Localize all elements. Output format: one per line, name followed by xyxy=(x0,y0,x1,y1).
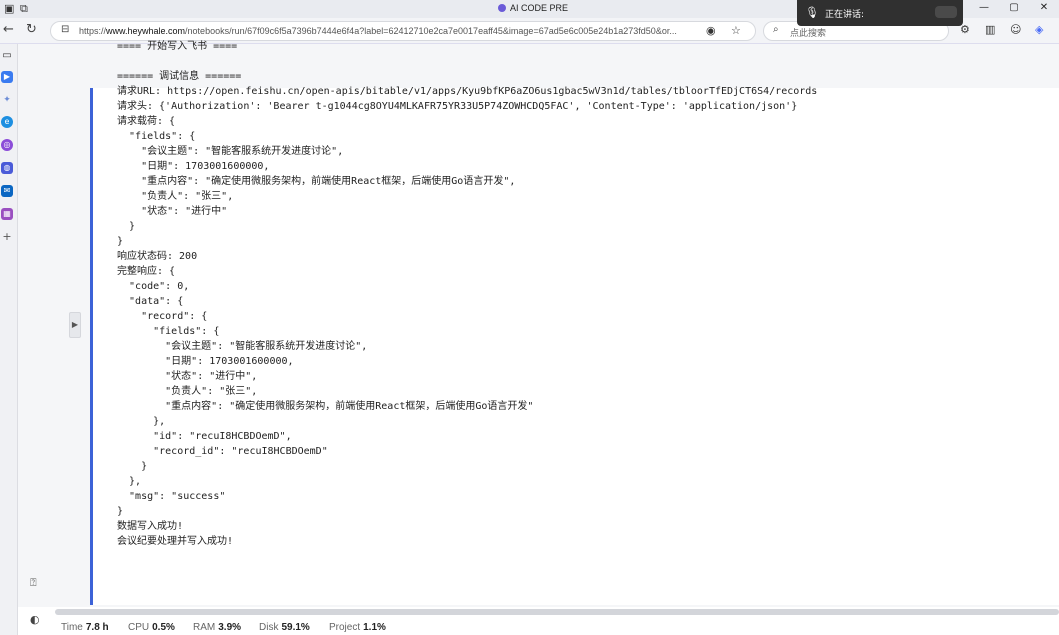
copilot-icon[interactable]: ◈ xyxy=(1035,23,1043,36)
output-line: "重点内容": "确定使用微服务架构，前端使用React框架，后端使用Go语言开… xyxy=(117,176,516,187)
sync-icon[interactable]: ◉ xyxy=(706,24,716,37)
output-line: 数据写入成功! xyxy=(117,521,184,532)
output-line: 请求载荷: { xyxy=(117,116,176,127)
output-line: } xyxy=(117,236,124,247)
output-line: 请求头: {'Authorization': 'Bearer t-g1044cg… xyxy=(117,101,798,112)
output-line: 请求URL: https://open.feishu.cn/open-apis/… xyxy=(117,86,818,97)
url-prefix: https:// xyxy=(79,26,107,36)
output-line: } xyxy=(117,506,124,517)
output-line: "record_id": "recuI8HCBDOemD" xyxy=(117,446,328,457)
status-value: 0.5% xyxy=(152,622,175,633)
sidebar-app-icon[interactable]: ▶ xyxy=(1,71,13,83)
output-line: "data": { xyxy=(117,296,184,307)
status-item: Project 1.1% xyxy=(329,622,386,633)
browser-sidebar: ▭ ▶ ✦ e ◎ ◍ ✉ ▦ + xyxy=(0,44,18,635)
output-line: "重点内容": "确定使用微服务架构，前端使用React框架，后端使用Go语言开… xyxy=(117,401,534,412)
microphone-icon: 🎙 xyxy=(805,6,819,19)
back-icon[interactable]: ← xyxy=(3,22,14,37)
output-line: 完整响应: { xyxy=(117,266,176,277)
help-icon[interactable]: ⍰ xyxy=(30,576,37,590)
search-placeholder: 点此搜索 xyxy=(790,29,827,39)
theme-toggle-icon[interactable]: ◐ xyxy=(30,613,40,626)
output-line: "msg": "success" xyxy=(117,491,226,502)
status-item: Time 7.8 h xyxy=(61,622,109,633)
status-label: CPU xyxy=(128,622,150,633)
output-line: "负责人": "张三", xyxy=(117,191,234,202)
sidebar-outlook-icon[interactable]: ✉ xyxy=(1,185,13,197)
sidebar-bird-icon[interactable]: ✦ xyxy=(1,94,13,106)
output-line: "code": 0, xyxy=(117,281,190,292)
favorite-star-icon[interactable]: ☆ xyxy=(731,24,741,37)
output-line: 响应状态码: 200 xyxy=(117,251,198,262)
window-controls: — ▢ ✕ xyxy=(969,0,1059,18)
status-item: CPU 0.5% xyxy=(128,622,175,633)
status-item: RAM 3.9% xyxy=(193,622,241,633)
output-line: "日期": 1703001600000, xyxy=(117,356,294,367)
address-bar[interactable]: ⊟ https://www.heywhale.com/notebooks/run… xyxy=(50,21,756,41)
site-info-icon[interactable]: ⊟ xyxy=(61,24,69,35)
collapse-output-button[interactable]: ▶ xyxy=(69,312,81,338)
status-value: 1.1% xyxy=(363,622,386,633)
status-label: RAM xyxy=(193,622,216,633)
tab-favicon-icon xyxy=(498,4,506,12)
sidebar-games-icon[interactable]: ▦ xyxy=(1,208,13,220)
url-text: https://www.heywhale.com/notebooks/run/6… xyxy=(79,26,679,36)
output-line: "负责人": "张三", xyxy=(117,386,258,397)
output-line: } xyxy=(117,221,136,232)
output-line: } xyxy=(117,461,148,472)
output-line: "状态": "进行中" xyxy=(117,206,228,217)
speaking-indicator: 🎙 正在讲话: xyxy=(797,0,963,26)
status-value: 59.1% xyxy=(281,622,310,633)
output-line: 会议纪要处理并写入成功! xyxy=(117,536,234,547)
output-line: "id": "recuI8HCBDOemD", xyxy=(117,431,292,442)
browser-menu-icon[interactable]: ▣ xyxy=(4,2,14,15)
split-screen-icon[interactable]: ▥ xyxy=(985,23,995,36)
sidebar-files-icon[interactable]: ▭ xyxy=(1,50,13,62)
sidebar-add-icon[interactable]: + xyxy=(1,231,13,243)
close-window-button[interactable]: ✕ xyxy=(1029,0,1059,18)
sidebar-edge-icon[interactable]: e xyxy=(1,116,13,128)
status-label: Project xyxy=(329,622,361,633)
status-label: Disk xyxy=(259,622,279,633)
output-line: "fields": { xyxy=(117,131,196,142)
output-line: "record": { xyxy=(117,311,208,322)
output-line: "日期": 1703001600000, xyxy=(117,161,270,172)
sidebar-copilot-icon[interactable]: ◎ xyxy=(1,139,13,151)
resource-status-bar: Time 7.8 h CPU 0.5% RAM 3.9% Disk 59.1% Project 1… xyxy=(55,619,1059,635)
speaking-text: 正在讲话: xyxy=(825,10,865,20)
speaker-avatar xyxy=(935,6,957,18)
horizontal-scrollbar[interactable] xyxy=(55,609,1059,615)
output-line: "会议主题": "智能客服系统开发进度讨论", xyxy=(117,341,368,352)
output-line: "状态": "进行中", xyxy=(117,371,258,382)
status-value: 3.9% xyxy=(218,622,242,633)
output-line: }, xyxy=(117,416,166,427)
status-item: Disk 59.1% xyxy=(259,622,310,633)
refresh-icon[interactable]: ↻ xyxy=(26,22,37,37)
output-line: ====== 调试信息 ====== xyxy=(117,71,242,82)
sidebar-tools-icon[interactable]: ◍ xyxy=(1,162,13,174)
output-line: "会议主题": "智能客服系统开发进度讨论", xyxy=(117,146,344,157)
output-line: ==== 开始写入飞书 ==== xyxy=(117,41,238,52)
status-value: 7.8 h xyxy=(85,622,109,633)
maximize-button[interactable]: ▢ xyxy=(999,0,1029,18)
url-rest: /notebooks/run/67f09c6f5a7396b7444e6f4a?… xyxy=(185,26,677,36)
url-host: www.heywhale.com xyxy=(106,26,186,36)
status-label: Time xyxy=(61,622,83,633)
minimize-button[interactable]: — xyxy=(969,0,999,18)
profile-icon[interactable]: ☺ xyxy=(1010,23,1021,36)
output-line: }, xyxy=(117,476,142,487)
search-icon: ⌕ xyxy=(773,24,779,35)
active-tab[interactable]: AI CODE PRE xyxy=(498,3,568,13)
tab-title: AI CODE PRE xyxy=(510,3,569,13)
tab-actions-icon[interactable]: ⧉ xyxy=(20,2,28,16)
output-line: "fields": { xyxy=(117,326,220,337)
